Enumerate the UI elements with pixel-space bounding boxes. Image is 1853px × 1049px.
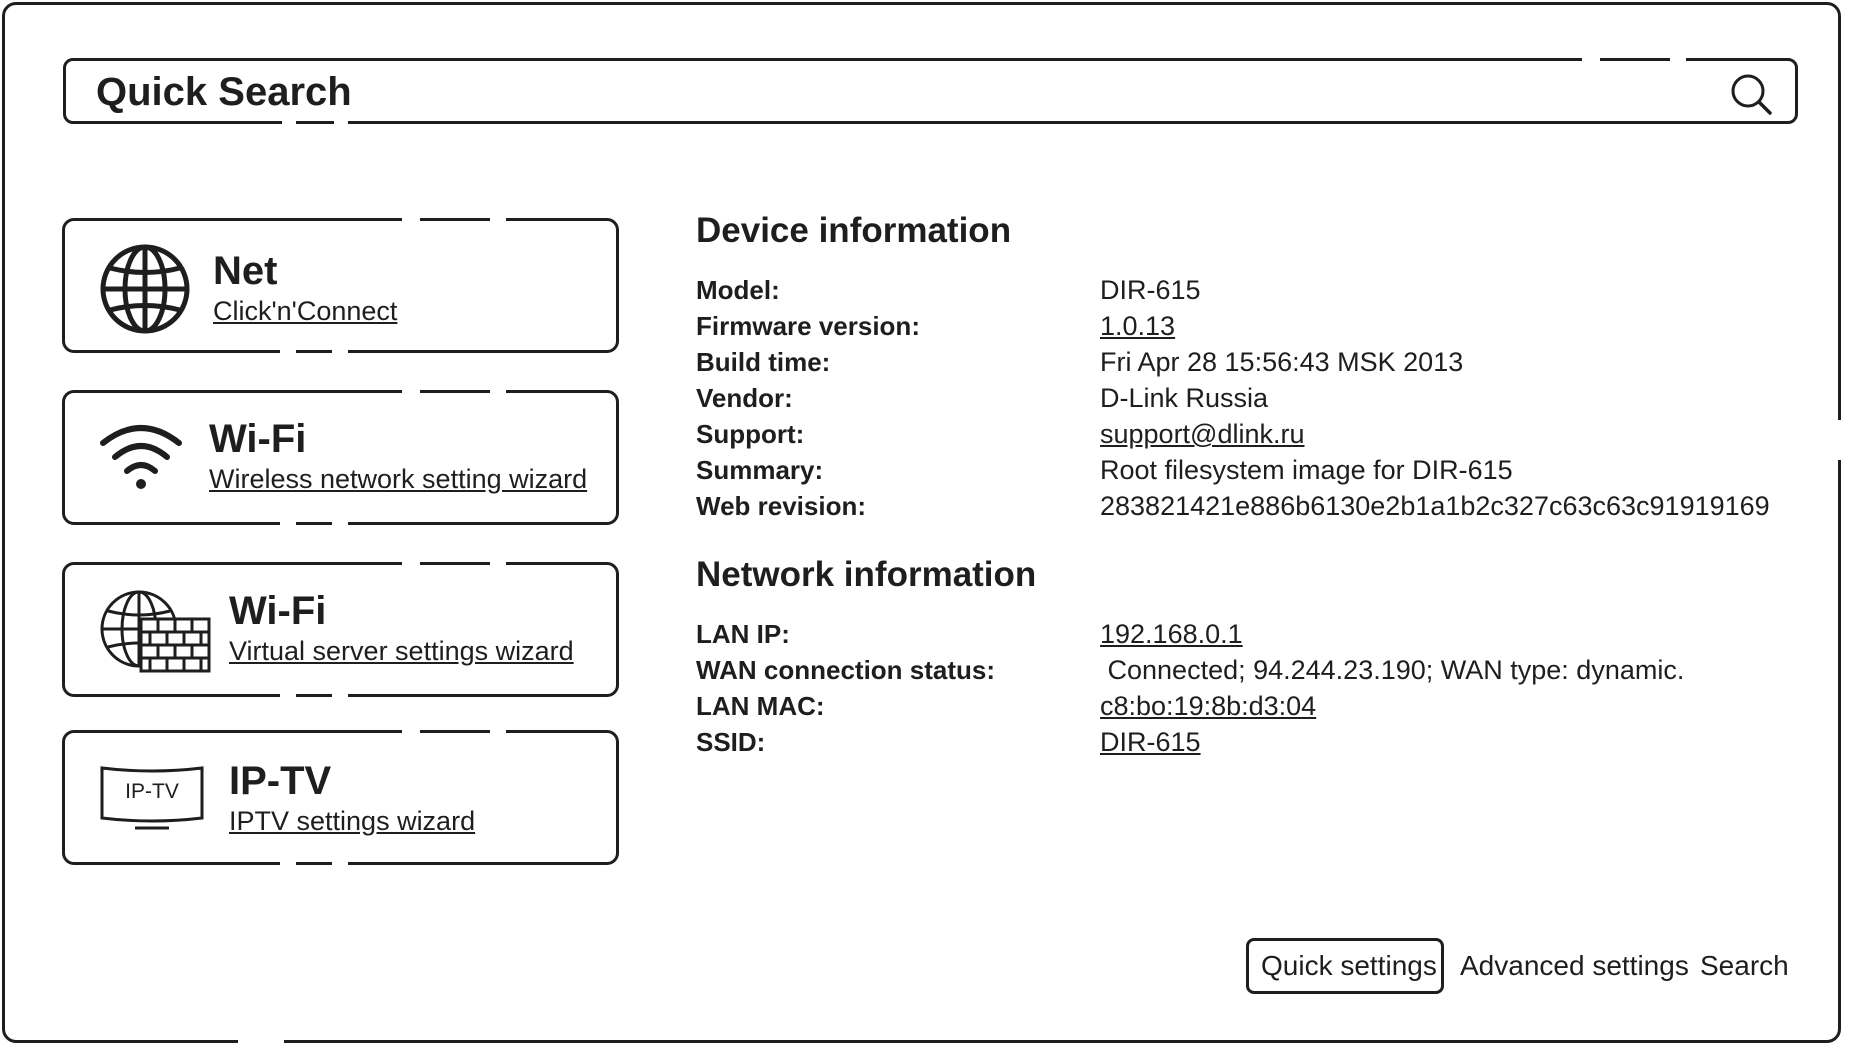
- search-bar-border-gap: [1582, 55, 1600, 63]
- web-revision-label: Web revision:: [696, 491, 867, 521]
- card-virtual-server[interactable]: Wi-Fi Virtual server settings wizard: [62, 562, 619, 697]
- quick-settings-button[interactable]: Quick settings: [1246, 938, 1444, 994]
- wifi-icon: [100, 425, 182, 489]
- quick-search-title: Quick Search: [96, 70, 352, 114]
- card-border-gap: [402, 726, 420, 734]
- model-value: DIR-615: [1100, 275, 1201, 305]
- card-border-gap: [280, 690, 296, 698]
- search-bar-border-gap: [1670, 55, 1686, 63]
- summary-value: Root filesystem image for DIR-615: [1100, 455, 1513, 485]
- ssid-link[interactable]: DIR-615: [1100, 724, 1201, 760]
- wireless-network-wizard-link[interactable]: Wireless network setting wizard: [209, 463, 587, 495]
- click-n-connect-link[interactable]: Click'n'Connect: [213, 295, 397, 327]
- card-border-gap: [332, 518, 348, 526]
- model-label: Model:: [696, 275, 780, 305]
- card-border-gap: [332, 346, 348, 354]
- card-virtual-server-title: Wi-Fi: [229, 589, 327, 633]
- card-border-gap: [402, 386, 420, 394]
- lan-mac-link[interactable]: c8:bo:19:8b:d3:04: [1100, 688, 1316, 724]
- card-border-gap: [332, 690, 348, 698]
- frame-border-gap: [238, 1040, 284, 1048]
- search-link[interactable]: Search: [1700, 938, 1789, 994]
- build-time-value: Fri Apr 28 15:56:43 MSK 2013: [1100, 347, 1464, 377]
- card-border-gap: [280, 858, 296, 866]
- card-border-gap: [402, 214, 420, 222]
- card-border-gap: [332, 858, 348, 866]
- vendor-label: Vendor:: [696, 383, 793, 413]
- web-revision-value: 283821421e886b6130e2b1a1b2c327c63c63c919…: [1100, 491, 1770, 521]
- card-net[interactable]: Net Click'n'Connect: [62, 218, 619, 353]
- vendor-value: D-Link Russia: [1100, 383, 1269, 413]
- card-wifi-title: Wi-Fi: [209, 417, 307, 461]
- card-iptv[interactable]: IP-TV IP-TV IPTV settings wizard: [62, 730, 619, 865]
- card-wifi[interactable]: Wi-Fi Wireless network setting wizard: [62, 390, 619, 525]
- lan-ip-label: LAN IP:: [696, 619, 790, 649]
- support-label: Support:: [696, 419, 805, 449]
- globe-icon: [100, 244, 190, 334]
- ssid-label: SSID:: [696, 727, 766, 757]
- tv-icon-label: IP-TV: [125, 780, 179, 803]
- card-net-title: Net: [213, 249, 278, 293]
- wan-connection-status-label: WAN connection status:: [696, 655, 996, 685]
- wan-connection-status-value: Connected; 94.244.23.190; WAN type: dyna…: [1100, 655, 1685, 685]
- tv-icon: IP-TV: [99, 765, 205, 831]
- advanced-settings-link[interactable]: Advanced settings: [1460, 938, 1689, 994]
- lan-ip-link[interactable]: 192.168.0.1: [1100, 616, 1243, 652]
- card-iptv-title: IP-TV: [229, 759, 332, 803]
- quick-search-bar[interactable]: Quick Search: [63, 58, 1798, 124]
- card-border-gap: [490, 558, 506, 566]
- support-email-link[interactable]: support@dlink.ru: [1100, 416, 1305, 452]
- search-bar-border-gap: [334, 120, 348, 128]
- card-border-gap: [490, 214, 506, 222]
- card-border-gap: [280, 346, 296, 354]
- iptv-wizard-link[interactable]: IPTV settings wizard: [229, 805, 475, 837]
- firmware-version-link[interactable]: 1.0.13: [1100, 308, 1175, 344]
- frame-border-gap: [1838, 420, 1844, 460]
- search-icon[interactable]: [1729, 72, 1773, 116]
- card-border-gap: [402, 558, 420, 566]
- card-border-gap: [490, 386, 506, 394]
- virtual-server-wizard-link[interactable]: Virtual server settings wizard: [229, 635, 574, 667]
- network-information-heading: Network information: [696, 555, 1037, 594]
- globe-firewall-icon: [100, 590, 211, 673]
- summary-label: Summary:: [696, 455, 824, 485]
- search-bar-border-gap: [282, 120, 296, 128]
- card-border-gap: [490, 726, 506, 734]
- card-border-gap: [280, 518, 296, 526]
- lan-mac-label: LAN MAC:: [696, 691, 825, 721]
- firmware-version-label: Firmware version:: [696, 311, 920, 341]
- build-time-label: Build time:: [696, 347, 831, 377]
- device-information-heading: Device information: [696, 211, 1012, 250]
